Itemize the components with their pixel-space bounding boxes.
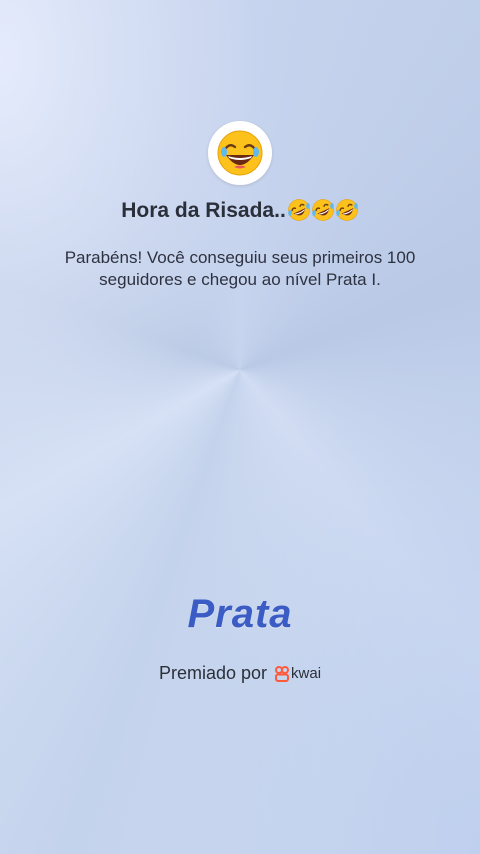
kwai-logo-icon <box>275 665 290 682</box>
kwai-brand: kwai <box>275 665 321 682</box>
rolling-on-floor-laughing-icon <box>335 199 358 221</box>
rolling-on-floor-laughing-icon <box>311 199 334 221</box>
brand-name: kwai <box>291 665 322 682</box>
title-text: Hora da Risada.. <box>121 199 286 222</box>
awarded-by: Premiado por kwai <box>0 663 480 684</box>
congratulations-message: Parabéns! Você conseguiu seus primeiros … <box>64 248 416 289</box>
laughing-face-icon <box>217 130 263 176</box>
avatar <box>208 121 272 185</box>
tier-name: Prata <box>187 592 293 636</box>
awarded-by-label: Premiado por <box>158 663 268 683</box>
rolling-on-floor-laughing-icon <box>287 199 310 221</box>
title-emojis <box>287 198 359 222</box>
celebration-title: Hora da Risada.. <box>0 198 480 223</box>
